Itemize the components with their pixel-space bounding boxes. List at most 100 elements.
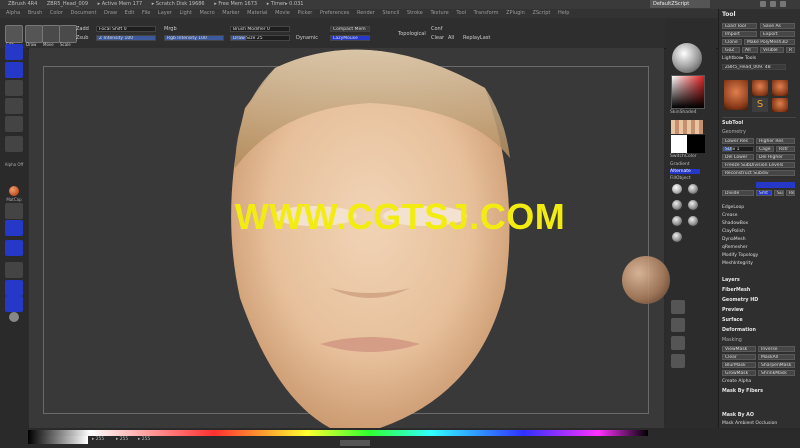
smooth-brush-icon[interactable] — [5, 136, 23, 152]
switch-color-label[interactable]: SwitchColor — [670, 154, 697, 159]
move-view-icon[interactable] — [671, 318, 685, 332]
meshintegrity-item[interactable]: MeshIntegrity — [722, 261, 796, 267]
save-as-button[interactable]: Save As — [760, 23, 795, 29]
z-intensity-slider[interactable]: Z Intensity 100 — [96, 35, 156, 41]
lower-res-button[interactable]: Lower Res — [722, 138, 754, 144]
divide-button[interactable]: Divide — [722, 190, 754, 196]
inverse-button[interactable]: Inverse — [758, 346, 795, 352]
edit-button[interactable] — [5, 25, 23, 43]
default-zscript-button[interactable]: DefaultZScript — [650, 0, 710, 8]
claybuildup-brush-icon[interactable] — [5, 116, 23, 132]
lazymouse-toggle[interactable]: LazyMouse — [330, 35, 370, 41]
conf-button[interactable]: Conf — [431, 26, 442, 32]
shadowbox-item[interactable]: ShadowBox — [722, 221, 796, 227]
brush-move-icon[interactable] — [672, 200, 682, 210]
claypolish-item[interactable]: ClayPolish — [722, 229, 796, 235]
head-model[interactable] — [220, 48, 520, 428]
shrinkmask-button[interactable]: ShrinkMask — [758, 370, 795, 376]
menu-item[interactable]: Stroke — [407, 10, 423, 16]
menu-item[interactable]: Color — [50, 10, 63, 16]
projection-brush-icon[interactable] — [5, 44, 23, 60]
goz-all-button[interactable]: All — [742, 47, 758, 53]
brush-damstd-icon[interactable] — [672, 232, 682, 242]
standard-brush-icon[interactable] — [5, 80, 23, 96]
zadd-button[interactable]: Zadd — [76, 26, 89, 32]
layers-header[interactable]: Layers — [722, 278, 796, 283]
brush-hpolish-icon[interactable] — [688, 200, 698, 210]
skin-swatches[interactable] — [671, 120, 703, 134]
maximize-icon[interactable] — [770, 1, 776, 7]
modify-topology-item[interactable]: Modify Topology — [722, 253, 796, 259]
menu-item[interactable]: Light — [179, 10, 191, 16]
menu-item[interactable]: Document — [71, 10, 97, 16]
sdiv-slider[interactable]: SDiv 1 — [722, 146, 754, 152]
fill-object-label[interactable]: FillObject — [670, 176, 691, 181]
frame-icon[interactable] — [671, 300, 685, 314]
tool-thumb-head[interactable] — [724, 80, 748, 110]
tool-thumb-extra[interactable] — [772, 98, 788, 112]
menu-item[interactable]: ZPlugin — [506, 10, 525, 16]
menu-item[interactable]: ZScript — [532, 10, 550, 16]
menu-item[interactable]: Draw — [104, 10, 117, 16]
viewmask-button[interactable]: ViewMask — [722, 346, 756, 352]
zsub-button[interactable]: Zsub — [76, 35, 88, 41]
alternate-button[interactable]: Alternate — [670, 169, 700, 174]
make-polymesh-button[interactable]: Make PolyMesh3D — [744, 39, 795, 45]
qremesher-item[interactable]: qRemesher — [722, 245, 796, 251]
menu-item[interactable]: Preferences — [320, 10, 349, 16]
smt-button[interactable]: Smt — [756, 190, 772, 196]
move-brush-icon[interactable] — [5, 62, 23, 78]
secondary-color-swatch[interactable] — [687, 135, 705, 153]
mask-by-ao-header[interactable]: Mask By AO — [722, 413, 796, 418]
menu-item[interactable]: File — [142, 10, 150, 16]
export-button[interactable]: Export — [760, 31, 795, 37]
rgb-intensity-slider[interactable]: Rgb Intensity 100 — [164, 35, 224, 41]
load-tool-button[interactable]: Load Tool — [722, 23, 757, 29]
geometry-hd-header[interactable]: Geometry HD — [722, 298, 796, 303]
color-strip[interactable] — [28, 430, 648, 436]
lsym-icon[interactable] — [9, 312, 19, 322]
mask-ambient-occlusion-button[interactable]: Mask Ambient Occlusion — [722, 421, 796, 427]
dynamic-button[interactable]: Dynamic — [296, 35, 318, 41]
clone-button[interactable]: Clone — [722, 39, 742, 45]
menu-item[interactable]: Transform — [474, 10, 499, 16]
subtool-header[interactable]: SubTool — [722, 121, 796, 126]
del-lower-button[interactable]: Del Lower — [722, 154, 754, 160]
cage-button[interactable]: Cage — [756, 146, 774, 152]
menu-item[interactable]: Marker — [222, 10, 239, 16]
dynamesh-item[interactable]: DynaMesh — [722, 237, 796, 243]
navigation-sphere-icon[interactable] — [622, 256, 670, 304]
bottom-scroll-handle[interactable] — [340, 440, 370, 446]
tool-thumb-polymesh[interactable]: S — [752, 98, 768, 112]
current-tool-slider[interactable]: ZBR5_Head_009. 48 — [722, 64, 786, 70]
clear-button[interactable]: Clear — [431, 35, 444, 41]
move-button[interactable] — [42, 25, 60, 43]
minimize-icon[interactable] — [760, 1, 766, 7]
replay-last-button[interactable]: ReplayLast — [463, 35, 490, 41]
suv-button[interactable]: Suv — [774, 190, 784, 196]
compact-mem-button[interactable]: Compact Mem — [330, 26, 370, 32]
brush-standard-icon[interactable] — [688, 216, 698, 226]
inflate-brush-icon[interactable] — [5, 98, 23, 114]
edgeloop-item[interactable]: EdgeLoop — [722, 205, 796, 211]
menu-item[interactable]: Edit — [125, 10, 135, 16]
blurmask-button[interactable]: BlurMask — [722, 362, 756, 368]
rotate-view-icon[interactable] — [671, 354, 685, 368]
menu-item[interactable]: Help — [558, 10, 569, 16]
import-button[interactable]: Import — [722, 31, 757, 37]
create-alpha-item[interactable]: Create Alpha — [722, 379, 796, 385]
sharpenmask-button[interactable]: SharpenMask — [758, 362, 795, 368]
matcap-material-icon[interactable] — [9, 186, 19, 196]
divide-smt-toggle[interactable] — [756, 182, 795, 188]
goz-button[interactable]: GoZ — [722, 47, 740, 53]
mask-icon[interactable] — [5, 240, 23, 256]
menu-item[interactable]: Material — [247, 10, 267, 16]
surface-header[interactable]: Surface — [722, 318, 796, 323]
scale-view-icon[interactable] — [671, 336, 685, 350]
scale-button[interactable] — [59, 25, 77, 43]
draw-size-slider[interactable]: Draw Size 25 — [230, 35, 290, 41]
deformation-header[interactable]: Deformation — [722, 328, 796, 333]
brush-pinch-icon[interactable] — [672, 216, 682, 226]
higher-res-button[interactable]: Higher Res — [756, 138, 795, 144]
goz-visible-button[interactable]: Visible — [760, 47, 784, 53]
